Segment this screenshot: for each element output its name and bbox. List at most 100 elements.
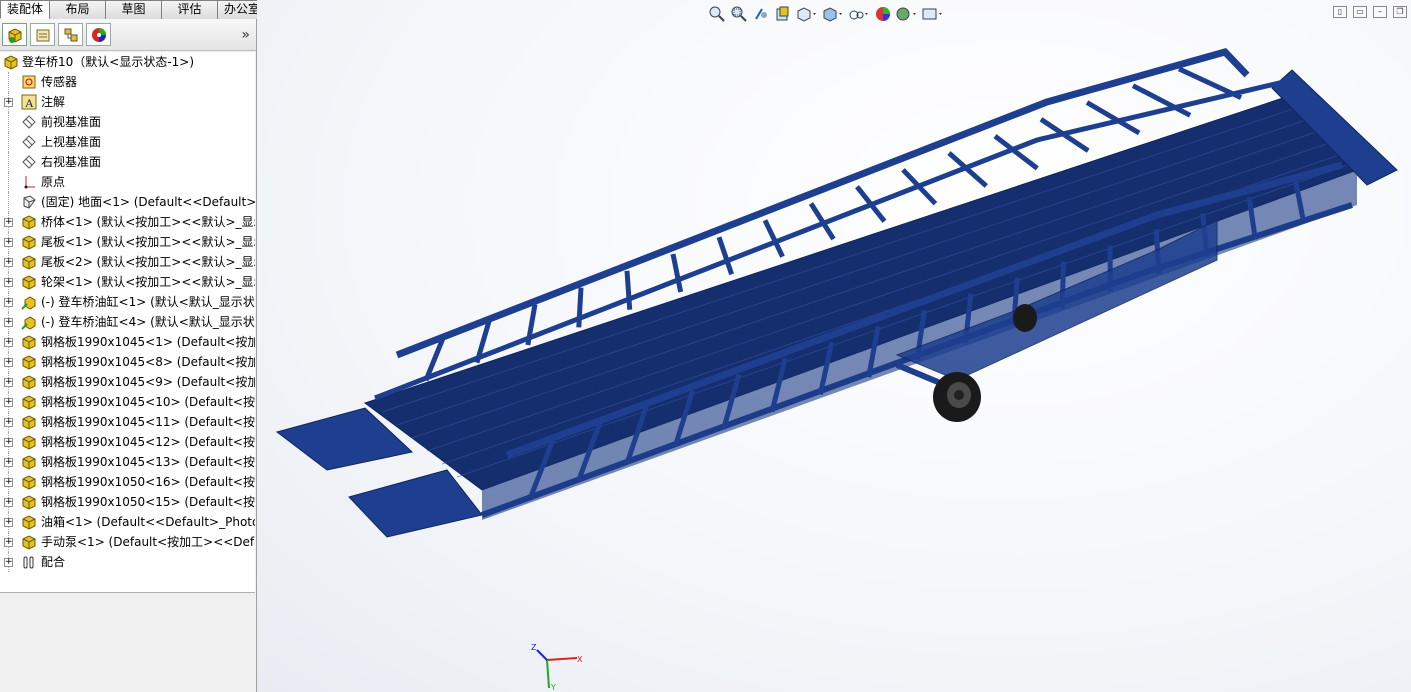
rail-post [525, 304, 538, 346]
tree-root-assembly[interactable]: 登车桥10（默认<显示状态-1>) [0, 52, 255, 72]
lip-plate-right [348, 469, 483, 538]
expand-toggle[interactable]: + [4, 338, 13, 347]
expand-toggle[interactable]: + [4, 558, 13, 567]
expand-toggle[interactable]: + [4, 458, 13, 467]
wheel-rear [1013, 304, 1037, 332]
mates-icon [20, 554, 37, 570]
expand-toggle[interactable]: + [4, 518, 13, 527]
tab-assembly[interactable]: 装配体 [0, 0, 50, 19]
tree-item[interactable]: + 油箱<1> (Default<<Default>_PhotoW [0, 512, 255, 532]
tree-item-label: (-) 登车桥油缸<1> (默认<默认_显示状态 [41, 295, 255, 309]
tree-item-label: 尾板<1> (默认<按加工><<默认>_显示 [41, 235, 255, 249]
tree-item[interactable]: 原点 [0, 172, 255, 192]
tree-item[interactable]: (固定) 地面<1> (Default<<Default>_P [0, 192, 255, 212]
tree-connector [8, 172, 9, 192]
rail-post [576, 287, 584, 328]
tree-item-label: 右视基准面 [41, 155, 102, 169]
tree-item-label: 钢格板1990x1050<16> (Default<按加 [41, 475, 255, 489]
tree-item[interactable]: + 轮架<1> (默认<按加工><<默认>_显示 [0, 272, 255, 292]
tree-item-label: 钢格板1990x1045<11> (Default<按加 [41, 415, 255, 429]
expand-toggle[interactable]: + [4, 418, 13, 427]
assembly-icon [20, 354, 37, 370]
assembly-icon [20, 214, 37, 230]
tree-item[interactable]: + 桥体<1> (默认<按加工><<默认>_显示 [0, 212, 255, 232]
tree-item[interactable]: + A 注解 [0, 92, 255, 112]
tree-item[interactable]: + 钢格板1990x1045<1> (Default<按加工 [0, 332, 255, 352]
expand-toggle[interactable]: + [4, 438, 13, 447]
configurationmanager-icon[interactable] [58, 23, 83, 46]
tree-root-label: 登车桥10（默认<显示状态-1>) [22, 55, 195, 69]
tree-item[interactable]: + 钢格板1990x1045<10> (Default<按加 [0, 392, 255, 412]
rail-post [670, 253, 684, 293]
expand-toggle[interactable]: + [4, 318, 13, 327]
plane-icon [20, 114, 37, 130]
expand-toggle[interactable]: + [4, 298, 13, 307]
assembly-icon [20, 254, 37, 270]
expand-toggle[interactable]: + [4, 278, 13, 287]
expand-toggle[interactable]: + [4, 358, 13, 367]
tab-layout[interactable]: 布局 [49, 0, 106, 19]
tree-item-label: 原点 [41, 175, 66, 189]
assembly-icon [20, 394, 37, 410]
dock-leveler-model[interactable] [257, 0, 1411, 692]
expand-toggle[interactable]: + [4, 98, 13, 107]
manager-pane-empty-area [0, 592, 255, 673]
feature-tree: 登车桥10（默认<显示状态-1>) 传感器 + A 注解前视基准面 上视基准面右视基准面… [0, 52, 255, 592]
tree-item[interactable]: + 钢格板1990x1050<16> (Default<按加 [0, 472, 255, 492]
tree-item[interactable]: + (-) 登车桥油缸<4> (默认<默认_显示状态 [0, 312, 255, 332]
command-manager-tabs: 装配体 布局 草图 评估 办公室产品 [0, 0, 300, 19]
tree-item[interactable]: + 钢格板1990x1050<15> (Default<按加 [0, 492, 255, 512]
tree-item-label: (固定) 地面<1> (Default<<Default>_P [41, 195, 255, 209]
tab-sketch[interactable]: 草图 [105, 0, 162, 19]
tree-connector [8, 72, 9, 92]
tree-item-label: 尾板<2> (默认<按加工><<默认>_显示 [41, 255, 255, 269]
tree-item[interactable]: + 手动泵<1> (Default<按加工><<Defau [0, 532, 255, 552]
assembly-icon [20, 514, 37, 530]
sensor-icon [20, 74, 37, 90]
expand-toggle[interactable]: + [4, 498, 13, 507]
flexible-assembly-icon [20, 314, 37, 330]
expand-toggle[interactable]: + [4, 398, 13, 407]
propertymanager-icon[interactable] [30, 23, 55, 46]
triad-y-label: Y [550, 683, 556, 692]
tree-item[interactable]: + 配合 [0, 552, 255, 572]
tree-item[interactable]: + (-) 登车桥油缸<1> (默认<默认_显示状态 [0, 292, 255, 312]
expand-toggle[interactable]: + [4, 238, 13, 247]
tree-item[interactable]: 前视基准面 [0, 112, 255, 132]
tree-item[interactable]: + 钢格板1990x1045<12> (Default<按加 [0, 432, 255, 452]
expand-toggle[interactable]: + [4, 538, 13, 547]
featuremanager-icon[interactable] [2, 23, 27, 46]
assembly-icon [20, 454, 37, 470]
deck-grating [363, 94, 1358, 491]
tree-item-label: 配合 [41, 555, 66, 569]
tree-item[interactable]: 上视基准面 [0, 132, 255, 152]
tree-item[interactable]: + 尾板<1> (默认<按加工><<默认>_显示 [0, 232, 255, 252]
expand-pane-button[interactable]: » [241, 27, 250, 43]
tree-item[interactable]: + 钢格板1990x1045<11> (Default<按加 [0, 412, 255, 432]
rail-post [716, 236, 734, 276]
assembly-icon [20, 494, 37, 510]
tree-connector [8, 192, 9, 212]
displaymanager-icon[interactable] [86, 23, 111, 46]
tree-item[interactable]: + 尾板<2> (默认<按加工><<默认>_显示 [0, 252, 255, 272]
tree-item-label: 手动泵<1> (Default<按加工><<Defau [41, 535, 255, 549]
tree-item[interactable]: 传感器 [0, 72, 255, 92]
tree-item-label: 钢格板1990x1045<13> (Default<按加 [41, 455, 255, 469]
tree-item-label: (-) 登车桥油缸<4> (默认<默认_显示状态 [41, 315, 255, 329]
expand-toggle[interactable]: + [4, 258, 13, 267]
assembly-icon [20, 534, 37, 550]
tree-item-label: 注解 [41, 95, 66, 109]
svg-text:A: A [25, 96, 34, 110]
tree-item[interactable]: + 钢格板1990x1045<9> (Default<按加工 [0, 372, 255, 392]
assembly-icon [20, 374, 37, 390]
tree-item-label: 油箱<1> (Default<<Default>_PhotoW [41, 515, 255, 529]
expand-toggle[interactable]: + [4, 478, 13, 487]
tab-evaluate[interactable]: 评估 [161, 0, 218, 19]
expand-toggle[interactable]: + [4, 218, 13, 227]
tree-item[interactable]: 右视基准面 [0, 152, 255, 172]
expand-toggle[interactable]: + [4, 378, 13, 387]
assembly-icon [20, 434, 37, 450]
tree-item[interactable]: + 钢格板1990x1045<13> (Default<按加 [0, 452, 255, 472]
graphics-area[interactable]: ▯ ▭ – ❐ X Z Y [257, 0, 1411, 692]
tree-item[interactable]: + 钢格板1990x1045<8> (Default<按加工 [0, 352, 255, 372]
